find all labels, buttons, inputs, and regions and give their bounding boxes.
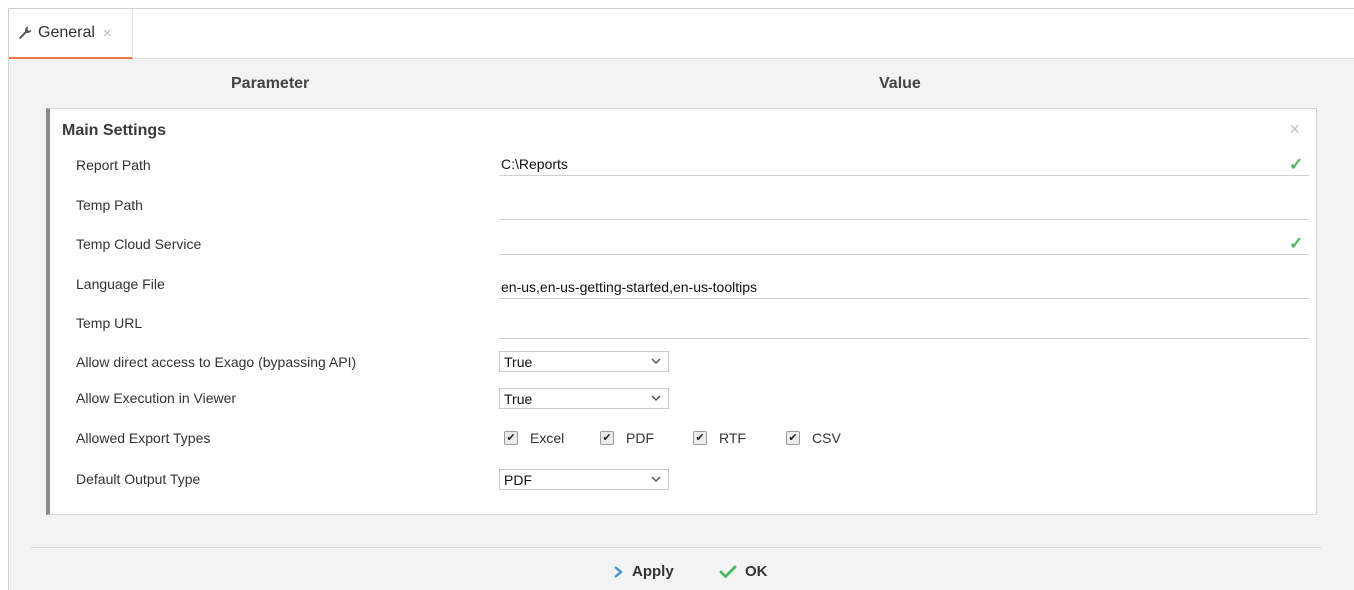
allow-execution-select[interactable]: True: [499, 388, 669, 409]
export-excel-checkbox[interactable]: ✔ Excel: [504, 430, 564, 446]
value-column-header: Value: [879, 75, 921, 92]
close-icon[interactable]: ×: [103, 25, 112, 42]
parameter-column-header: Parameter: [231, 75, 310, 92]
allow-execution-value: True: [504, 390, 533, 407]
checkbox-checked-icon: ✔: [504, 431, 518, 445]
temp-path-label: Temp Path: [76, 197, 143, 213]
allowed-export-types-label: Allowed Export Types: [76, 430, 211, 446]
main-settings-panel: Main Settings × Report Path ✓ Temp Path …: [46, 108, 1317, 515]
apply-button[interactable]: Apply: [612, 563, 674, 580]
chevron-down-icon: [651, 476, 661, 483]
temp-cloud-service-input[interactable]: [499, 231, 1309, 255]
allow-direct-access-select[interactable]: True: [499, 351, 669, 372]
chevron-down-icon: [651, 358, 661, 365]
chevron-down-icon: [651, 395, 661, 402]
report-path-label: Report Path: [76, 157, 151, 173]
export-pdf-checkbox[interactable]: ✔ PDF: [600, 430, 654, 446]
temp-url-input[interactable]: [499, 315, 1309, 339]
export-pdf-label: PDF: [626, 430, 654, 446]
tab-bar: General ×: [9, 9, 1354, 59]
language-file-input[interactable]: [499, 275, 1309, 299]
temp-path-input[interactable]: [499, 196, 1309, 220]
wrench-icon: [17, 24, 35, 42]
default-output-type-label: Default Output Type: [76, 471, 201, 487]
default-output-type-select[interactable]: PDF: [499, 469, 669, 490]
tab-general[interactable]: General ×: [9, 9, 133, 59]
footer-divider: [31, 547, 1321, 548]
panel-title: Main Settings: [62, 122, 167, 139]
close-icon[interactable]: ×: [1289, 119, 1300, 140]
language-file-label: Language File: [76, 276, 165, 292]
temp-url-label: Temp URL: [76, 315, 143, 331]
settings-window: General × Parameter Value Main Settings …: [8, 8, 1354, 590]
export-rtf-label: RTF: [719, 430, 746, 446]
allow-execution-label: Allow Execution in Viewer: [76, 390, 237, 406]
allow-direct-access-label: Allow direct access to Exago (bypassing …: [76, 354, 357, 370]
report-path-input[interactable]: [499, 152, 1309, 176]
checkbox-checked-icon: ✔: [786, 431, 800, 445]
checkmark-icon: [719, 565, 737, 579]
ok-button[interactable]: OK: [719, 563, 768, 580]
export-csv-label: CSV: [812, 430, 841, 446]
export-rtf-checkbox[interactable]: ✔ RTF: [693, 430, 746, 446]
export-csv-checkbox[interactable]: ✔ CSV: [786, 430, 841, 446]
export-excel-label: Excel: [530, 430, 565, 446]
checkbox-checked-icon: ✔: [693, 431, 707, 445]
apply-label: Apply: [632, 563, 674, 580]
tab-general-label: General: [38, 24, 95, 41]
checkmark-icon: ✓: [1289, 234, 1304, 253]
ok-label: OK: [745, 563, 768, 580]
allow-direct-access-value: True: [504, 353, 533, 370]
default-output-type-value: PDF: [504, 471, 532, 488]
temp-cloud-service-label: Temp Cloud Service: [76, 236, 202, 252]
checkbox-checked-icon: ✔: [600, 431, 614, 445]
chevron-right-icon: [612, 565, 624, 579]
checkmark-icon: ✓: [1289, 155, 1304, 174]
